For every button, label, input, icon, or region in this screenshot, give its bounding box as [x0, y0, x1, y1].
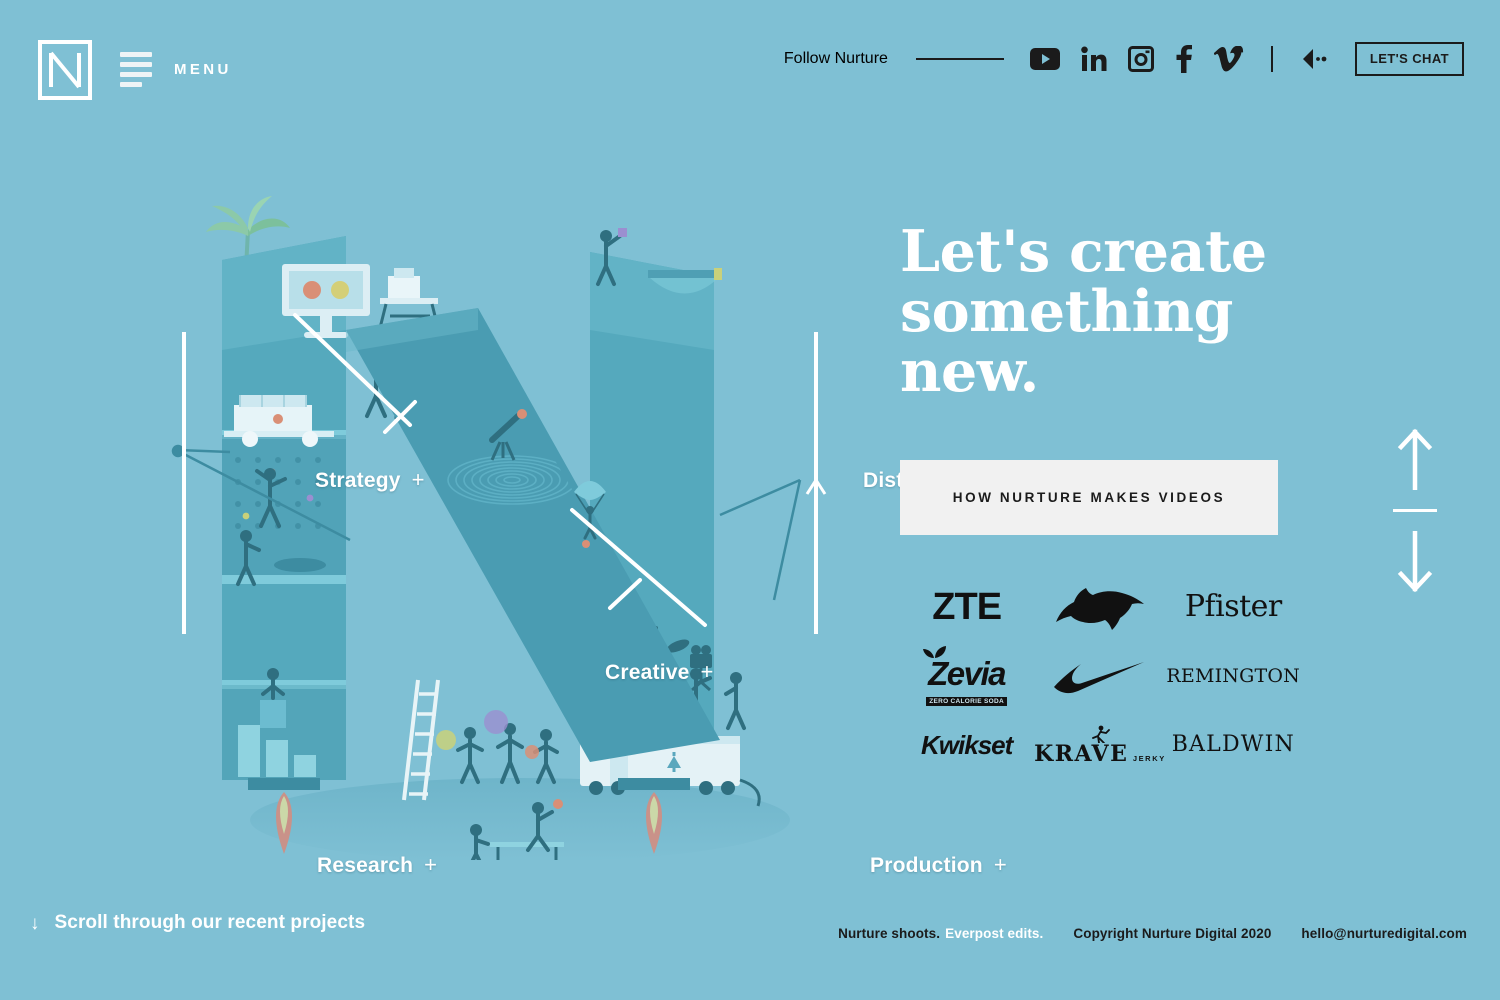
client-logo-zte[interactable]: ZTE — [900, 573, 1033, 642]
client-logo-pfister[interactable]: Pfister — [1167, 573, 1300, 642]
sound-on-icon[interactable] — [1299, 48, 1327, 70]
follow-nurture-group: Follow Nurture LET'S CHAT — [784, 42, 1500, 76]
credit-nurture: Nurture shoots. — [838, 926, 941, 941]
credit-everpost: Everpost edits. — [945, 926, 1044, 941]
node-strategy[interactable]: Strategy + — [315, 467, 425, 493]
youtube-icon[interactable] — [1029, 48, 1060, 70]
facebook-icon[interactable] — [1175, 45, 1193, 73]
node-plus-icon: + — [411, 467, 425, 492]
node-production[interactable]: Production + — [870, 852, 1007, 878]
client-logo-label: Kwikset — [921, 730, 1013, 761]
client-logo-kwikset[interactable]: Kwikset — [900, 711, 1033, 780]
arrow-down-icon[interactable] — [1395, 531, 1435, 593]
client-logo-grid: ZTE Pfister Zevia ZERO CALORIE SODA REMI… — [900, 573, 1300, 780]
puma-icon — [1055, 588, 1144, 631]
client-logo-nike[interactable] — [1033, 642, 1166, 711]
headline-line-2: something — [900, 277, 1233, 345]
hamburger-bar — [120, 72, 152, 77]
nurture-n-illustration: Strategy+ Distribution+ Creative+ Resear… — [160, 180, 1007, 877]
node-research[interactable]: Research + — [317, 852, 437, 878]
node-label: Creative — [605, 661, 690, 684]
follow-rule — [915, 58, 1004, 60]
menu-hamburger-icon[interactable] — [120, 52, 152, 88]
scroll-nav — [1393, 428, 1437, 593]
client-logo-label: BALDWIN — [1171, 732, 1295, 758]
client-logo-baldwin[interactable]: BALDWIN — [1167, 711, 1300, 780]
node-plus-icon: + — [424, 852, 438, 877]
header-divider — [1270, 46, 1273, 72]
client-logo-label: Pfister — [1184, 589, 1282, 625]
client-logo-label: Zevia ZERO CALORIE SODA — [900, 645, 1033, 708]
follow-nurture-label: Follow Nurture — [783, 50, 888, 67]
nike-swoosh-icon — [1053, 662, 1144, 694]
node-plus-icon: + — [700, 659, 714, 684]
headline-line-1: Let's create — [900, 218, 1267, 285]
client-logo-zevia[interactable]: Zevia ZERO CALORIE SODA — [900, 642, 1033, 711]
measure-rule-left — [182, 332, 186, 634]
lets-chat-button[interactable]: LET'S CHAT — [1354, 42, 1464, 76]
site-header: MENU Follow Nurture LET'S CHAT — [0, 0, 1500, 120]
client-logo-label: REMINGTON — [1166, 664, 1300, 687]
hamburger-bar — [120, 52, 152, 57]
client-logo-krave[interactable]: KRAVE JERKY — [1033, 711, 1166, 780]
client-logo-label: KRAVE JERKY — [1034, 725, 1166, 766]
scroll-hint-label: Scroll through our recent projects — [54, 912, 366, 933]
hero-panel: Let's create something new. HOW NURTURE … — [900, 222, 1300, 780]
nurture-logo-icon[interactable] — [38, 40, 92, 100]
hamburger-bar — [120, 62, 152, 67]
how-nurture-makes-videos-button[interactable]: HOW NURTURE MAKES VIDEOS — [900, 459, 1278, 535]
headline-line-3: new. — [900, 337, 1039, 405]
hamburger-bar — [120, 82, 142, 87]
social-links — [1029, 45, 1244, 73]
client-logo-row: ZTE Pfister — [900, 573, 1300, 642]
client-logo-remington[interactable]: REMINGTON — [1166, 642, 1300, 711]
client-logo-row: Zevia ZERO CALORIE SODA REMINGTON — [900, 642, 1300, 711]
client-logo-row: Kwikset KRAVE JERKY BALDWIN — [900, 711, 1300, 780]
arrow-down-icon: ↓ — [30, 912, 40, 934]
client-logo-puma[interactable] — [1033, 573, 1166, 642]
page-title: Let's create something new. — [900, 222, 1300, 402]
contact-email-link[interactable]: hello@nurturedigital.com — [1301, 926, 1467, 941]
footer-meta: Nurture shoots. Everpost edits. Copyrigh… — [838, 926, 1467, 941]
scroll-nav-divider — [1393, 509, 1437, 512]
copyright-text: Copyright Nurture Digital 2020 — [1073, 926, 1272, 941]
client-logo-label: ZTE — [932, 586, 1002, 629]
node-creative[interactable]: Creative + — [605, 659, 714, 685]
krave-runner-icon — [1092, 725, 1110, 743]
arrow-up-icon[interactable] — [1395, 428, 1435, 490]
node-plus-icon: + — [993, 852, 1007, 877]
node-label: Strategy — [315, 469, 401, 492]
menu-label[interactable]: MENU — [174, 61, 232, 78]
vimeo-icon[interactable] — [1213, 45, 1244, 72]
scroll-hint[interactable]: ↓ Scroll through our recent projects — [30, 912, 365, 934]
node-label: Research — [317, 854, 414, 877]
instagram-icon[interactable] — [1127, 46, 1154, 72]
node-label: Production — [870, 854, 983, 877]
linkedin-icon[interactable] — [1081, 46, 1107, 72]
